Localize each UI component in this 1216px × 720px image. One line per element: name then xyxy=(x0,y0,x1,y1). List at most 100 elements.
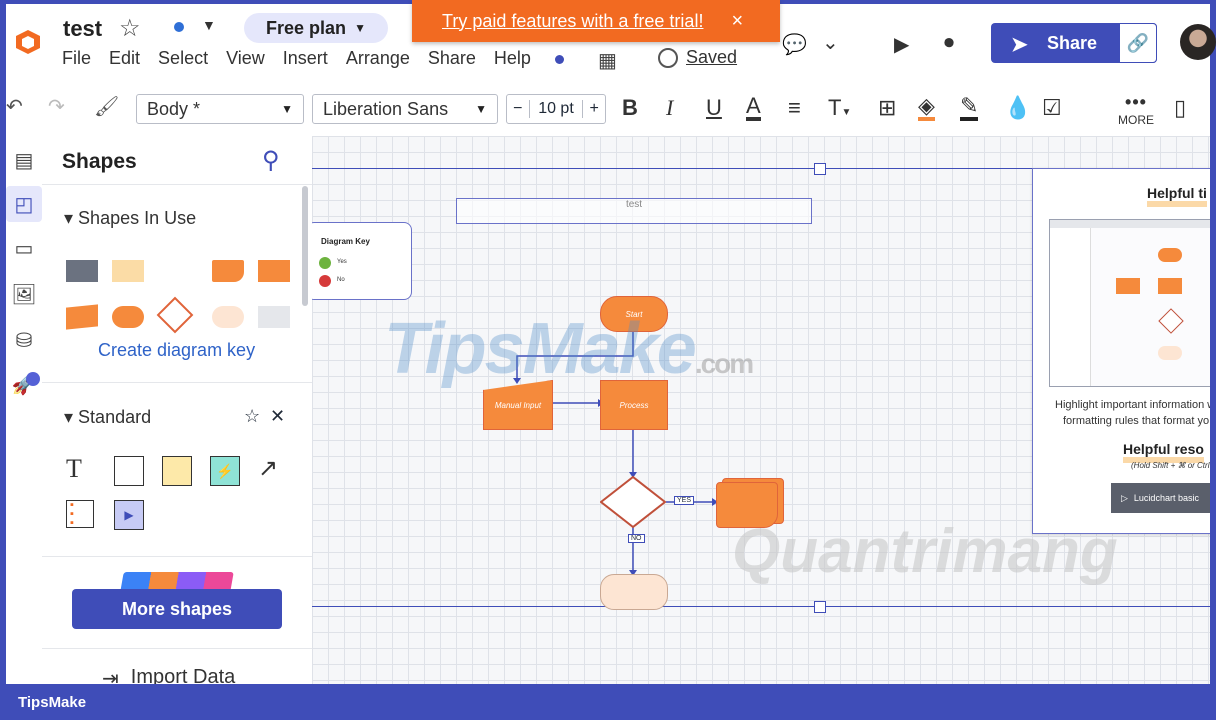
mini-toolbar xyxy=(1050,220,1210,228)
comment-icon[interactable]: 💬 xyxy=(782,32,807,57)
grid-icon[interactable]: ▦ xyxy=(598,48,617,73)
decision-shape[interactable] xyxy=(600,476,666,528)
avatar[interactable] xyxy=(1180,24,1216,60)
text-shape-icon[interactable]: T xyxy=(66,454,82,484)
create-diagram-key-link[interactable]: Create diagram key xyxy=(98,340,255,361)
saved-status[interactable]: Saved xyxy=(658,47,737,68)
trial-banner[interactable]: Try paid features with a free trial! × xyxy=(412,0,780,42)
shape-swatch[interactable] xyxy=(112,306,144,328)
free-plan-button[interactable]: Free plan ▼ xyxy=(244,13,388,43)
shape-swatch[interactable] xyxy=(258,260,290,282)
align-icon[interactable]: ≡ xyxy=(788,95,801,121)
menu-view[interactable]: View xyxy=(226,48,265,69)
fill-color-icon[interactable]: ◈ xyxy=(918,95,935,121)
menu-arrange[interactable]: Arrange xyxy=(346,48,410,69)
process-label: Process xyxy=(619,400,649,410)
star-icon[interactable]: ☆ xyxy=(119,14,141,43)
shape-swatch[interactable] xyxy=(112,260,144,282)
list-shape-icon[interactable]: ▪ ▪ ▪ xyxy=(66,500,94,529)
chevron-down-icon: ▼ xyxy=(281,102,293,116)
divider xyxy=(42,184,312,185)
style-select[interactable]: Body * ▼ xyxy=(136,94,304,124)
lucid-logo-icon[interactable] xyxy=(14,28,42,56)
shape-swatch[interactable] xyxy=(212,306,244,328)
link-icon[interactable]: 🔗 xyxy=(1119,23,1157,63)
table-icon[interactable]: ⊞ xyxy=(878,95,896,121)
text-options-button[interactable]: T▼ xyxy=(828,95,851,121)
tipsmake-watermark-text: TipsMake xyxy=(384,309,697,389)
diagram-canvas[interactable]: test Diagram Key Yes No Start Manual Inp… xyxy=(312,136,1210,684)
shapes-icon[interactable]: ◰ xyxy=(6,186,42,222)
opacity-icon[interactable]: 💧 xyxy=(1004,95,1031,121)
note-shape-icon[interactable] xyxy=(162,456,192,486)
italic-button[interactable]: I xyxy=(666,95,673,121)
menu-edit[interactable]: Edit xyxy=(109,48,140,69)
chevron-down-icon[interactable]: ⌄ xyxy=(822,30,839,55)
video-icon[interactable]: ⏺ xyxy=(944,32,954,55)
video-shape-icon[interactable]: ▶ xyxy=(114,500,144,530)
rectangle-shape-icon[interactable] xyxy=(114,456,144,486)
shape-swatch[interactable] xyxy=(212,260,244,282)
panel-scrollbar[interactable] xyxy=(302,186,308,306)
font-color-button[interactable]: A xyxy=(746,95,761,121)
panel-toggle-icon[interactable]: ▯ xyxy=(1174,95,1186,121)
tips-card[interactable]: Helpful ti Highlight important informati… xyxy=(1032,168,1210,534)
paper-plane-icon: ➤ xyxy=(1011,34,1028,56)
close-icon[interactable]: × xyxy=(731,10,743,33)
font-size-plus[interactable]: + xyxy=(582,100,605,118)
bold-button[interactable]: B xyxy=(622,95,638,121)
close-icon[interactable]: ✕ xyxy=(270,406,285,427)
more-button[interactable]: ••• MORE xyxy=(1118,92,1154,127)
tips-card-shortcut: (Hold Shift + ⌘ or Ctrl xyxy=(1131,461,1210,470)
line-color-icon[interactable]: ✎ xyxy=(960,95,979,121)
chevron-down-icon: ▼ xyxy=(475,102,487,116)
lightning-shape-icon[interactable]: ⚡ xyxy=(210,456,240,486)
menu-share[interactable]: Share xyxy=(428,48,476,69)
format-painter-icon[interactable]: 🖌 xyxy=(94,94,119,119)
more-shapes-button[interactable]: More shapes xyxy=(72,589,282,629)
shape-swatch[interactable] xyxy=(66,304,98,330)
panel-title: Shapes xyxy=(62,150,137,173)
search-icon[interactable]: ⚲ xyxy=(262,146,280,175)
arrow-shape-icon[interactable]: ↗ xyxy=(258,454,278,483)
section-shapes-in-use-label: Shapes In Use xyxy=(78,208,197,228)
video-tutorial-button[interactable]: ▷ Lucidchart basic xyxy=(1111,483,1210,513)
font-size-stepper[interactable]: − 10 pt + xyxy=(506,94,606,124)
section-standard[interactable]: ▾ Standard xyxy=(64,407,151,428)
chevron-down-icon[interactable]: ▼ xyxy=(202,17,216,33)
undo-icon[interactable]: ↶ xyxy=(6,94,23,119)
shape-swatch[interactable] xyxy=(156,296,194,334)
menu-file[interactable]: File xyxy=(62,48,91,69)
star-icon[interactable]: ☆ xyxy=(244,406,260,427)
menu-help[interactable]: Help xyxy=(494,48,582,69)
image-icon[interactable]: 🖼 xyxy=(6,276,42,312)
present-icon[interactable]: ▶ xyxy=(894,32,909,57)
data-icon[interactable]: ⛁ xyxy=(6,322,42,358)
document-title[interactable]: test xyxy=(63,16,102,42)
mini-shape xyxy=(1158,346,1182,360)
font-size-value[interactable]: 10 pt xyxy=(530,100,583,118)
shape-swatch[interactable] xyxy=(258,306,290,328)
divider xyxy=(42,556,312,557)
templates-icon[interactable]: ▭ xyxy=(6,230,42,266)
tipsmake-watermark-com: .com xyxy=(694,348,754,379)
section-shapes-in-use[interactable]: ▾ Shapes In Use xyxy=(64,208,196,229)
format-toolbar: ↶ ↷ 🖌 Body * ▼ Liberation Sans ▼ − 10 pt… xyxy=(6,84,1210,137)
tips-card-screenshot xyxy=(1049,219,1210,387)
pages-icon[interactable]: ▤ xyxy=(6,142,42,178)
font-size-minus[interactable]: − xyxy=(507,100,530,118)
share-button[interactable]: ➤ Share 🔗 xyxy=(991,23,1157,63)
checklist-icon[interactable]: ☑ xyxy=(1042,95,1062,121)
menu-help-label: Help xyxy=(493,48,531,68)
end-shape[interactable] xyxy=(600,574,668,610)
menu-bar: File Edit Select View Insert Arrange Sha… xyxy=(62,48,600,69)
underline-button[interactable]: U xyxy=(706,95,722,121)
style-select-value: Body * xyxy=(147,98,201,119)
menu-insert[interactable]: Insert xyxy=(283,48,328,69)
trial-banner-link[interactable]: Try paid features with a free trial! xyxy=(442,11,703,32)
shapes-panel: Shapes ⚲ ▾ Shapes In Use Create diagram … xyxy=(42,136,313,690)
redo-icon[interactable]: ↷ xyxy=(48,94,65,119)
shape-swatch[interactable] xyxy=(66,260,98,282)
font-select[interactable]: Liberation Sans ▼ xyxy=(312,94,498,124)
menu-select[interactable]: Select xyxy=(158,48,208,69)
